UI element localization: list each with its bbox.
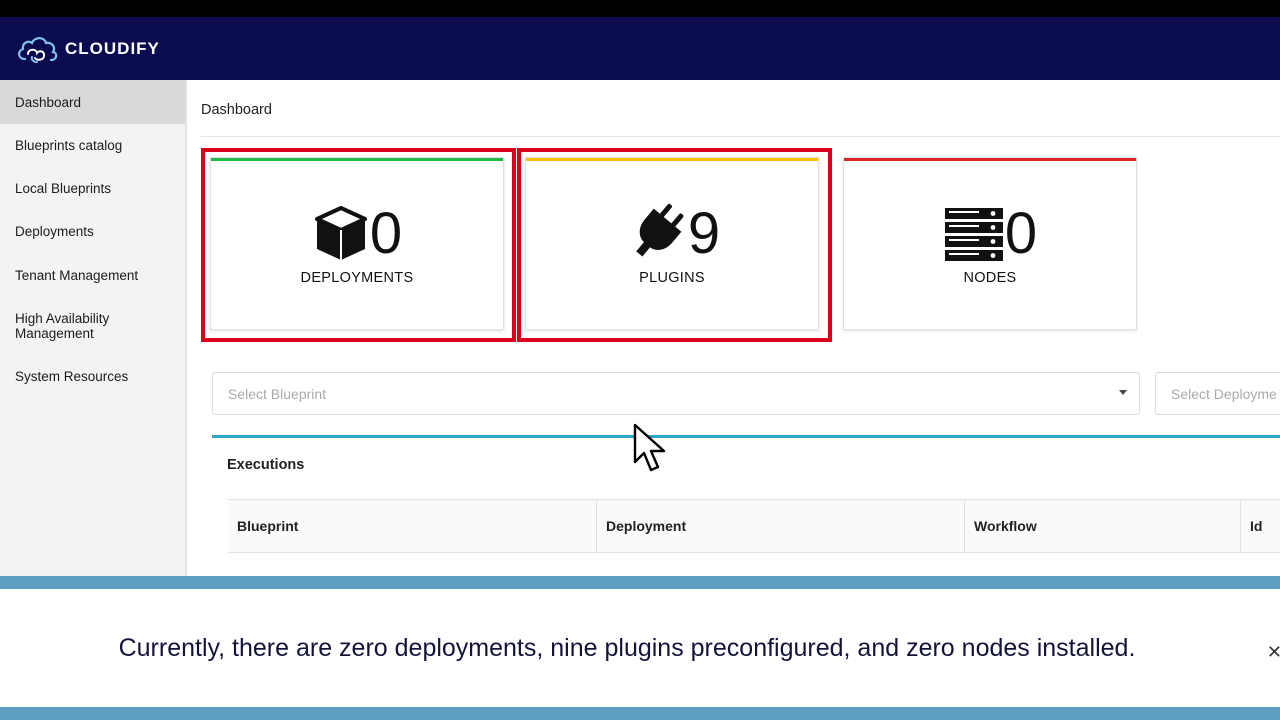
column-header-deployment[interactable]: Deployment (597, 500, 965, 552)
sidebar: Dashboard Blueprints catalog Local Bluep… (0, 80, 187, 576)
blueprint-select-placeholder: Select Blueprint (228, 385, 327, 402)
breadcrumb: Dashboard (201, 102, 272, 118)
caption-band-bottom (0, 707, 1280, 720)
caption-body: Currently, there are zero deployments, n… (0, 589, 1280, 707)
column-header-id[interactable]: Id (1241, 500, 1280, 552)
close-icon[interactable]: ✕ (1267, 642, 1280, 663)
sidebar-item-local-blueprints[interactable]: Local Blueprints (0, 168, 185, 210)
sidebar-item-blueprints-catalog[interactable]: Blueprints catalog (0, 125, 185, 167)
video-top-strip (0, 0, 1280, 17)
mouse-cursor-icon (633, 423, 666, 472)
executions-panel: Executions Blueprint Deployment Workflow… (212, 435, 1280, 576)
sidebar-item-deployments[interactable]: Deployments (0, 211, 185, 253)
nodes-tile-accent (844, 158, 1136, 161)
video-caption: Currently, there are zero deployments, n… (0, 576, 1280, 720)
app-header: CLOUDIFY (0, 17, 1280, 80)
sidebar-item-tenant-management[interactable]: Tenant Management (0, 254, 185, 296)
main-content: Dashboard 0 DEPLOYMENTS 9 PLUGINS 0 NODE… (187, 80, 1280, 576)
nodes-label: NODES (963, 269, 1017, 286)
chevron-down-icon (1119, 390, 1127, 395)
sidebar-item-system-resources[interactable]: System Resources (0, 354, 185, 396)
server-stack-icon (944, 207, 1003, 261)
column-header-workflow[interactable]: Workflow (965, 500, 1241, 552)
deployment-select[interactable]: Select Deployme (1155, 372, 1280, 415)
sidebar-item-dashboard[interactable]: Dashboard (0, 80, 185, 124)
nodes-tile[interactable]: 0 NODES (843, 157, 1137, 330)
caption-text: Currently, there are zero deployments, n… (118, 633, 1136, 662)
caption-band-top (0, 576, 1280, 589)
executions-title: Executions (227, 457, 305, 473)
nodes-count: 0 (1004, 200, 1038, 266)
breadcrumb-divider (201, 136, 1280, 137)
executions-table-header: Blueprint Deployment Workflow Id (228, 499, 1280, 553)
deployment-select-placeholder: Select Deployme (1171, 385, 1277, 402)
column-header-blueprint[interactable]: Blueprint (228, 500, 597, 552)
brand-name: CLOUDIFY (65, 38, 160, 58)
cloud-logo-icon[interactable] (15, 32, 61, 66)
deployments-highlight-box (201, 148, 516, 342)
blueprint-select[interactable]: Select Blueprint (212, 372, 1140, 415)
plugins-highlight-box (517, 148, 832, 342)
sidebar-item-high-availability-management[interactable]: High Availability Management (0, 297, 170, 353)
